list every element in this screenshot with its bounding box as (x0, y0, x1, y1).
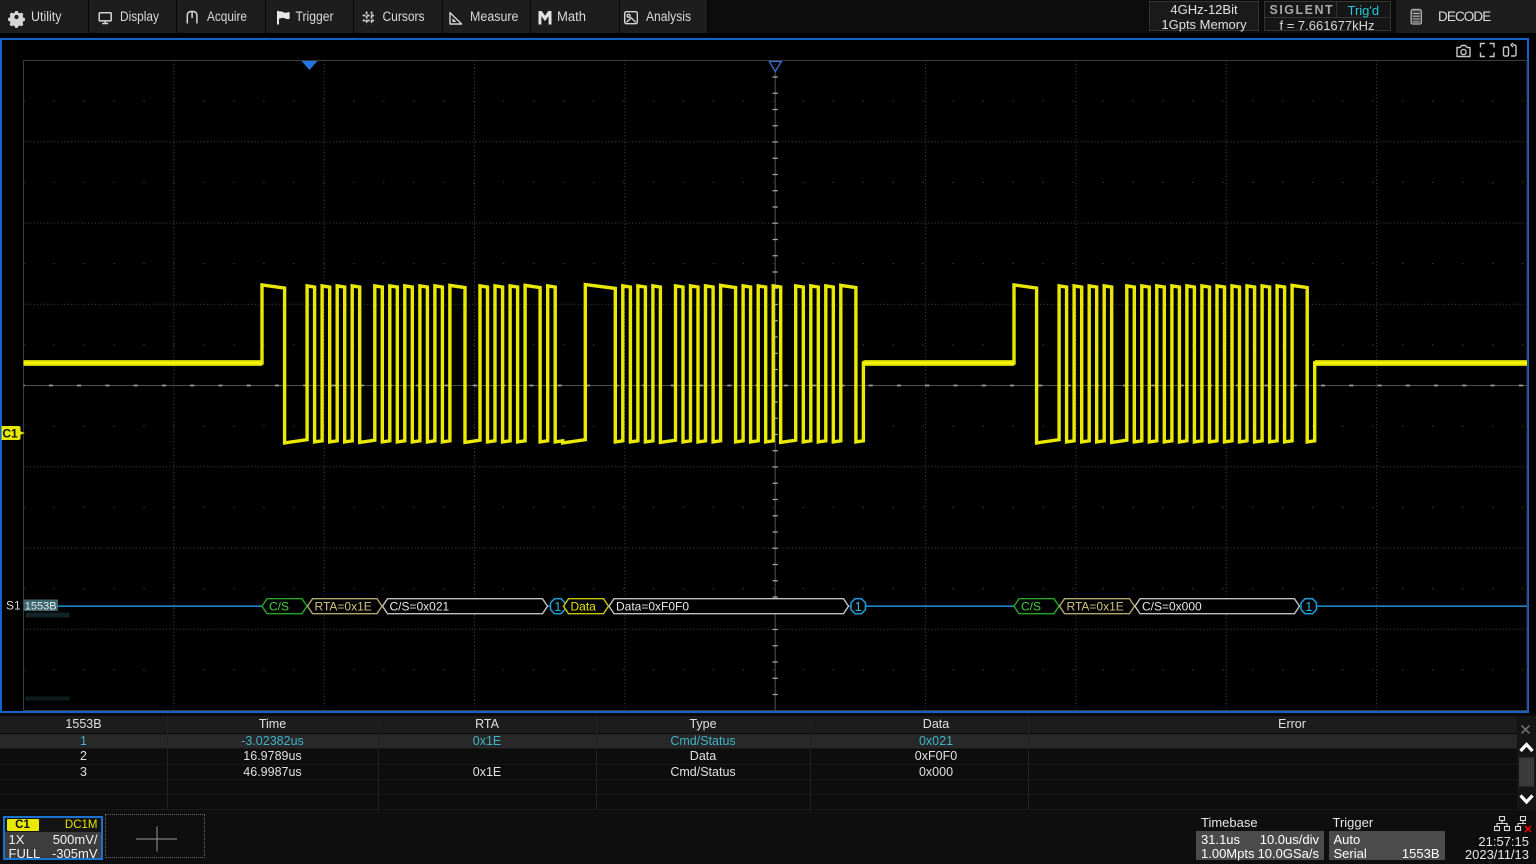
svg-text:Acquire: Acquire (207, 9, 247, 24)
svg-text:RTA=0x1E: RTA=0x1E (315, 600, 372, 614)
svg-text:Data: Data (571, 600, 597, 614)
svg-text:Display: Display (120, 9, 159, 24)
svg-text:S1: S1 (6, 599, 21, 613)
svg-text:C/S: C/S (1021, 600, 1041, 614)
svg-text:Data=0xF0F0: Data=0xF0F0 (616, 600, 689, 614)
svg-text:C/S=0x021: C/S=0x021 (390, 600, 450, 614)
svg-text:Utility: Utility (31, 9, 62, 24)
svg-text:C/S=0x000: C/S=0x000 (1142, 600, 1202, 614)
svg-text:Measure: Measure (470, 9, 519, 24)
svg-text:1: 1 (1305, 600, 1312, 614)
svg-text:1: 1 (554, 600, 561, 614)
svg-text:Math: Math (557, 9, 586, 24)
svg-text:C/S: C/S (269, 600, 289, 614)
svg-text:Trigger: Trigger (296, 9, 334, 24)
svg-text:1553B: 1553B (25, 600, 57, 612)
svg-text:Analysis: Analysis (646, 9, 691, 24)
svg-text:Cursors: Cursors (383, 9, 425, 24)
svg-text:C1: C1 (2, 426, 18, 440)
svg-text:1: 1 (855, 600, 862, 614)
svg-text:RTA=0x1E: RTA=0x1E (1067, 600, 1124, 614)
